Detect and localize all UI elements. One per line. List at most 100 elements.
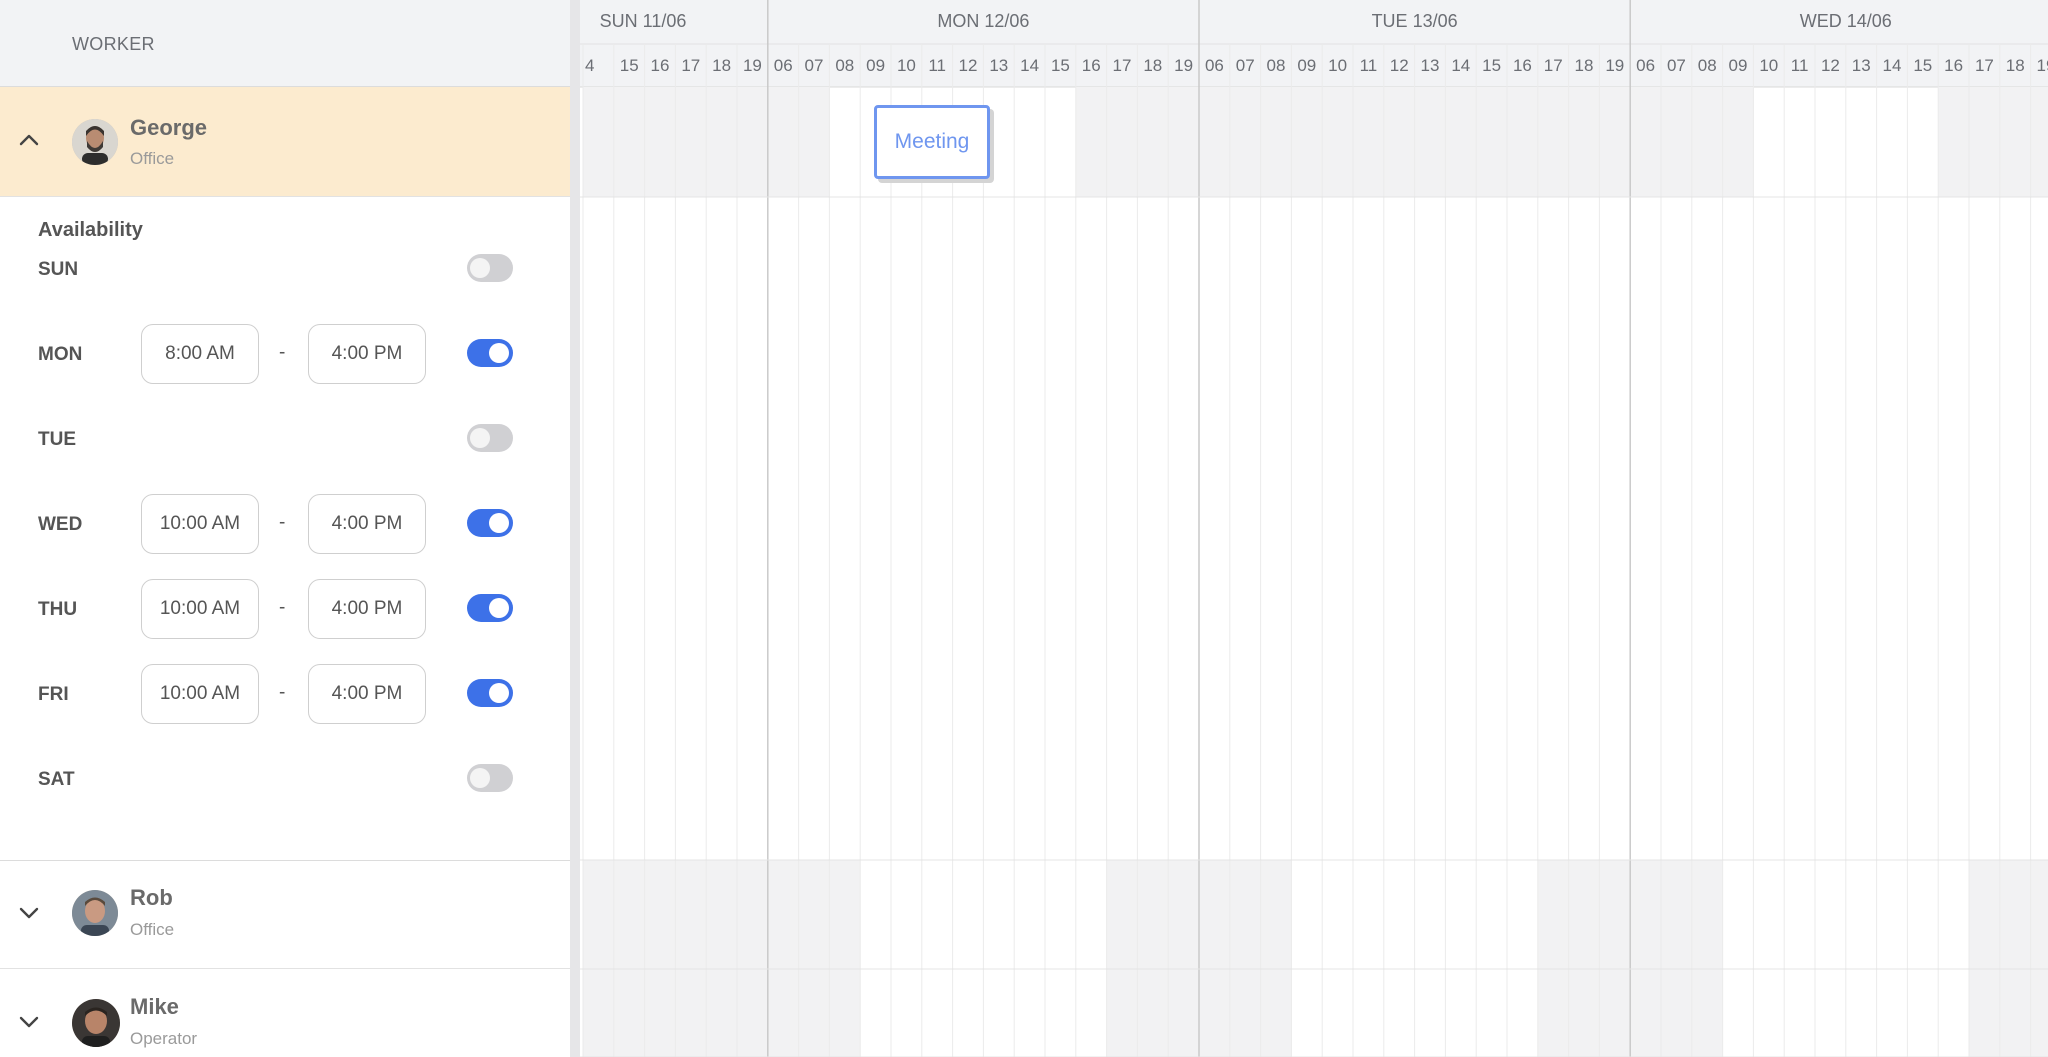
hour-header: 06 bbox=[1636, 56, 1655, 75]
unavailable-cell bbox=[1476, 87, 1508, 197]
hour-header: 11 bbox=[1791, 56, 1809, 75]
unavailable-cell bbox=[613, 87, 646, 197]
unavailable-cell bbox=[613, 860, 646, 969]
unavailable-cell bbox=[737, 87, 769, 197]
chevron-down-icon[interactable] bbox=[18, 902, 40, 924]
panel-splitter[interactable] bbox=[570, 0, 580, 1057]
hour-header: 16 bbox=[1082, 56, 1101, 75]
unavailable-cell bbox=[1691, 87, 1724, 197]
hour-header: 15 bbox=[1482, 56, 1501, 75]
unavailable-cell bbox=[1999, 860, 2032, 969]
chevron-down-icon[interactable] bbox=[18, 1011, 40, 1033]
unavailable-cell bbox=[1445, 87, 1477, 197]
hour-header: 15 bbox=[1913, 56, 1932, 75]
unavailable-cell bbox=[2030, 969, 2048, 1057]
unavailable-cell bbox=[583, 860, 615, 969]
unavailable-cell bbox=[1599, 860, 1631, 969]
day-header: TUE 13/06 bbox=[1372, 11, 1458, 31]
worker-column-title: WORKER bbox=[72, 34, 155, 54]
chevron-up-icon[interactable] bbox=[18, 129, 40, 151]
unavailable-cell bbox=[1599, 87, 1631, 197]
hour-header: 17 bbox=[1113, 56, 1132, 75]
unavailable-cell bbox=[737, 969, 769, 1057]
unavailable-cell bbox=[798, 860, 830, 969]
unavailable-cell bbox=[1938, 87, 1970, 197]
day-toggle-sun[interactable] bbox=[467, 254, 513, 282]
unavailable-cell bbox=[798, 87, 830, 197]
day-header: SUN 11/06 bbox=[600, 11, 687, 31]
start-time-input[interactable]: 8:00 AM bbox=[141, 324, 259, 384]
day-toggle-thu[interactable] bbox=[467, 594, 513, 622]
hour-header: 18 bbox=[1575, 56, 1594, 75]
worker-row-george[interactable]: George Office bbox=[0, 87, 570, 197]
start-time-input[interactable]: 10:00 AM bbox=[141, 494, 259, 554]
worker-name: George bbox=[130, 115, 208, 140]
unavailable-cell bbox=[1599, 969, 1631, 1057]
hour-header: 12 bbox=[1821, 56, 1840, 75]
unavailable-cell bbox=[1322, 87, 1354, 197]
unavailable-cell bbox=[1537, 969, 1570, 1057]
unavailable-cell bbox=[1568, 969, 1600, 1057]
day-toggle-mon[interactable] bbox=[467, 339, 513, 367]
hour-header: 14 bbox=[1020, 56, 1039, 75]
day-toggle-fri[interactable] bbox=[467, 679, 513, 707]
unavailable-cell bbox=[1168, 860, 1200, 969]
end-time-input[interactable]: 4:00 PM bbox=[308, 579, 426, 639]
hour-header: 06 bbox=[1205, 56, 1224, 75]
unavailable-cell bbox=[1383, 87, 1416, 197]
hour-header: 12 bbox=[1390, 56, 1409, 75]
hour-header: 07 bbox=[1667, 56, 1686, 75]
worker-role: Office bbox=[130, 920, 175, 939]
unavailable-cell bbox=[1199, 87, 1231, 197]
start-time-input[interactable]: 10:00 AM bbox=[141, 579, 259, 639]
hour-header: 09 bbox=[1729, 56, 1748, 75]
availability-row-mon: MON 8:00 AM - 4:00 PM bbox=[0, 324, 570, 388]
unavailable-cell bbox=[1353, 87, 1385, 197]
day-toggle-wed[interactable] bbox=[467, 509, 513, 537]
end-time-input[interactable]: 4:00 PM bbox=[308, 324, 426, 384]
unavailable-cell bbox=[1568, 860, 1600, 969]
unavailable-cell bbox=[1999, 87, 2032, 197]
hour-header: 10 bbox=[1759, 56, 1778, 75]
hour-header: 09 bbox=[866, 56, 885, 75]
availability-row-tue: TUE bbox=[0, 409, 570, 473]
unavailable-cell bbox=[583, 969, 615, 1057]
availability-row-sat: SAT bbox=[0, 749, 570, 813]
event-meeting[interactable]: Meeting bbox=[874, 105, 990, 179]
day-label: TUE bbox=[38, 429, 76, 450]
hour-header: 07 bbox=[805, 56, 824, 75]
hour-header: 10 bbox=[897, 56, 916, 75]
worker-row-mike[interactable]: Mike Operator bbox=[0, 969, 570, 1057]
unavailable-cell bbox=[1199, 860, 1231, 969]
unavailable-cell bbox=[1106, 969, 1138, 1057]
unavailable-cell bbox=[675, 969, 707, 1057]
unavailable-shading bbox=[583, 87, 2048, 1057]
unavailable-cell bbox=[1691, 860, 1724, 969]
hour-header: 18 bbox=[2006, 56, 2025, 75]
worker-row-rob[interactable]: Rob Office bbox=[0, 860, 570, 969]
hour-header: 10 bbox=[1328, 56, 1347, 75]
start-time-input[interactable]: 10:00 AM bbox=[141, 664, 259, 724]
unavailable-cell bbox=[1969, 87, 2001, 197]
unavailable-cell bbox=[706, 969, 738, 1057]
day-label: MON bbox=[38, 344, 83, 365]
availability-row-thu: THU 10:00 AM - 4:00 PM bbox=[0, 579, 570, 643]
avatar bbox=[72, 890, 118, 936]
unavailable-cell bbox=[1630, 860, 1662, 969]
end-time-input[interactable]: 4:00 PM bbox=[308, 494, 426, 554]
end-time-input[interactable]: 4:00 PM bbox=[308, 664, 426, 724]
day-toggle-sat[interactable] bbox=[467, 764, 513, 792]
worker-role: Operator bbox=[130, 1029, 198, 1048]
hour-header: 17 bbox=[681, 56, 700, 75]
worker-column-header: WORKER bbox=[0, 0, 570, 87]
timeline-grid: SUN 11/06 MON 12/06 TUE 13/06 WED 14/06 4 15 1… bbox=[580, 0, 2048, 1057]
unavailable-cell bbox=[1229, 87, 1262, 197]
day-toggle-tue[interactable] bbox=[467, 424, 513, 452]
worker-panel: WORKER George Office Availability SUN MO… bbox=[0, 0, 571, 1057]
unavailable-cell bbox=[1137, 87, 1169, 197]
hour-header: 06 bbox=[774, 56, 793, 75]
unavailable-cell bbox=[1630, 87, 1662, 197]
hour-header: 11 bbox=[928, 56, 946, 75]
unavailable-cell bbox=[1414, 87, 1446, 197]
unavailable-cell bbox=[1537, 860, 1570, 969]
